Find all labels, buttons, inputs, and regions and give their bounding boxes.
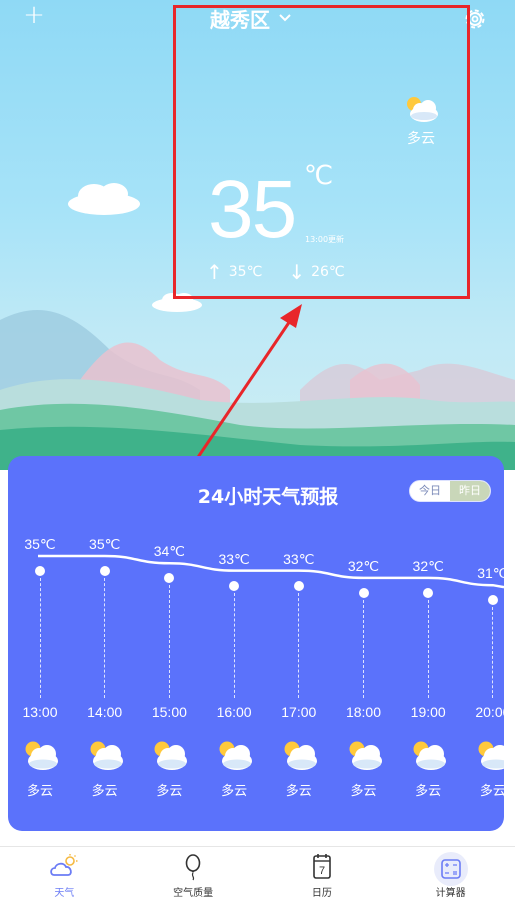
- dashed-guide: [168, 585, 170, 698]
- hour-time: 17:00: [281, 704, 317, 720]
- temperature-point: [35, 566, 45, 576]
- hourly-forecast-card: 24小时天气预报 今日 昨日 35℃ 13:00 多云 35℃ 14:00 多云 34℃ 15…: [8, 456, 504, 831]
- hour-condition: 多云: [479, 784, 504, 799]
- calendar-icon: 7: [313, 854, 331, 879]
- cloudy-icon: [478, 741, 504, 770]
- hour-condition: 多云: [26, 784, 53, 799]
- hour-column: 32℃ 18:00 多云: [332, 456, 396, 831]
- temperature-point: [358, 587, 369, 598]
- hour-column: 31℃ 20:00 多云: [461, 456, 504, 831]
- calendar-day: 7: [319, 865, 325, 877]
- tab-label: 计算器: [435, 888, 466, 899]
- temperature-point: [293, 580, 304, 591]
- hour-condition: 多云: [156, 784, 183, 799]
- cloudy-icon: [219, 741, 253, 770]
- cloudy-icon: [25, 741, 58, 770]
- temperature-point: [229, 580, 240, 591]
- cloudy-icon: [284, 741, 317, 770]
- add-city-button[interactable]: +: [22, 2, 46, 28]
- temperature-point: [99, 566, 110, 576]
- tab-calendar[interactable]: 7 日历: [258, 847, 387, 900]
- temperature-point: [423, 587, 434, 598]
- dashed-guide: [104, 578, 106, 698]
- dashed-guide: [427, 599, 429, 698]
- temperature-point: [164, 573, 175, 584]
- hour-temperature: 33℃: [218, 550, 250, 567]
- cloud-decoration: [68, 183, 140, 215]
- tab-weather[interactable]: 天气: [0, 847, 129, 900]
- tab-label: 日历: [311, 888, 332, 899]
- cloudy-icon: [349, 741, 382, 770]
- hour-column: 34℃ 15:00 多云: [137, 456, 201, 831]
- cloudy-icon: [90, 741, 123, 770]
- hour-temperature: 34℃: [153, 543, 186, 560]
- hour-time: 14:00: [87, 704, 123, 720]
- calculator-icon: [433, 852, 468, 886]
- dashed-guide: [363, 599, 364, 698]
- hour-condition: 多云: [350, 784, 377, 799]
- hour-column: 33℃ 17:00 多云: [267, 456, 331, 831]
- bottom-tab-bar: 天气 空气质量 7 日历 计算器: [0, 846, 515, 900]
- hour-temperature: 32℃: [347, 557, 380, 574]
- cloudy-icon: [154, 741, 188, 770]
- hour-temperature: 35℃: [89, 536, 121, 552]
- dashed-guide: [233, 592, 235, 698]
- hour-column: 35℃ 14:00 多云: [73, 456, 137, 831]
- tab-label: 空气质量: [173, 888, 214, 899]
- dashed-guide: [39, 578, 41, 698]
- tab-calculator[interactable]: 计算器: [386, 847, 515, 900]
- annotation-arrow: [186, 304, 302, 473]
- hour-time: 20:00: [475, 704, 504, 720]
- tab-air-quality[interactable]: 空气质量: [129, 847, 258, 900]
- hour-condition: 多云: [221, 784, 248, 799]
- hour-time: 19:00: [410, 704, 446, 720]
- hour-temperature: 31℃: [477, 565, 504, 582]
- cloud-sun-icon: [50, 854, 78, 876]
- hour-condition: 多云: [415, 784, 442, 799]
- hour-temperature: 32℃: [412, 557, 444, 574]
- dashed-guide: [492, 607, 494, 698]
- hour-condition: 多云: [91, 784, 118, 799]
- hour-column: 35℃ 13:00 多云: [8, 456, 72, 831]
- hour-column: 33℃ 16:00 多云: [202, 456, 266, 831]
- dashed-guide: [298, 592, 300, 698]
- temperature-point: [487, 595, 498, 606]
- hour-temperature: 33℃: [283, 550, 315, 567]
- hour-time: 15:00: [151, 704, 187, 720]
- hour-time: 18:00: [345, 704, 382, 720]
- cloudy-icon: [413, 741, 447, 770]
- hour-column: 32℃ 19:00 多云: [396, 456, 460, 831]
- hour-time: 13:00: [22, 704, 58, 720]
- highlight-box-annotation: [173, 5, 470, 299]
- hour-condition: 多云: [285, 784, 312, 799]
- hour-temperature: 35℃: [24, 536, 56, 552]
- tab-label: 天气: [54, 888, 75, 899]
- hour-time: 16:00: [216, 704, 252, 720]
- balloon-icon: [185, 854, 201, 881]
